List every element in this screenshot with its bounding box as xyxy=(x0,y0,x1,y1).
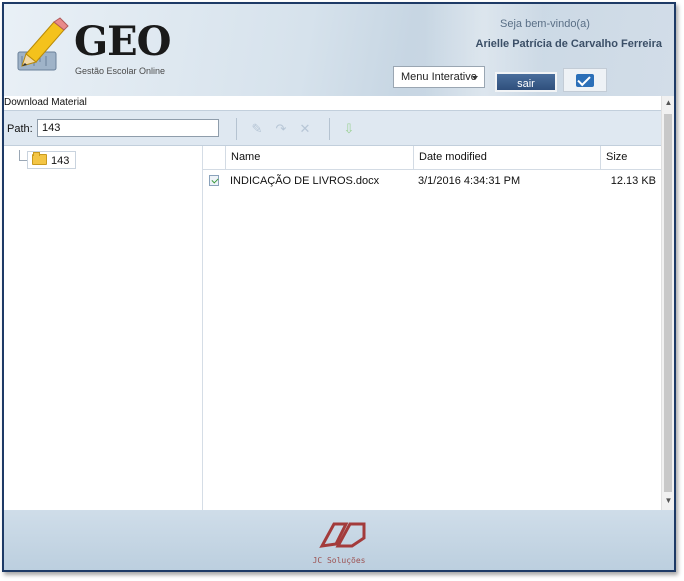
edit-icon[interactable]: ✎ xyxy=(248,120,266,138)
mail-icon xyxy=(576,74,594,87)
folder-tree: 143 xyxy=(4,146,203,510)
column-header-size[interactable]: Size xyxy=(600,146,661,169)
path-label: Path: xyxy=(7,123,33,135)
scroll-down-icon[interactable]: ▼ xyxy=(664,496,673,505)
redo-icon[interactable]: ↷ xyxy=(272,120,290,138)
scroll-up-icon[interactable]: ▲ xyxy=(664,98,673,107)
grid-header: Name Date modified Size xyxy=(203,146,661,170)
panel-title: Download Material xyxy=(4,97,87,108)
file-size: 12.13 KB xyxy=(610,175,656,187)
mail-button[interactable] xyxy=(563,68,607,92)
file-grid: Name Date modified Size INDICAÇÃO DE LIV… xyxy=(203,146,661,510)
file-name: INDICAÇÃO DE LIVROS.docx xyxy=(230,175,380,187)
logo-title: GEO xyxy=(74,18,171,65)
welcome-text: Seja bem-vindo(a) xyxy=(500,18,590,30)
logout-button[interactable]: sair xyxy=(495,72,557,92)
tree-node-label: 143 xyxy=(51,155,70,167)
download-icon[interactable]: ⇩ xyxy=(340,120,358,138)
column-header-name[interactable]: Name xyxy=(225,146,413,169)
tree-node-143[interactable]: 143 xyxy=(27,151,77,169)
menu-interativo-select[interactable]: Menu Interativo xyxy=(393,66,485,88)
delete-icon[interactable]: ✕ xyxy=(296,120,314,138)
pencil-logo-icon xyxy=(17,17,69,71)
vertical-scrollbar[interactable]: ▲ ▼ xyxy=(661,96,674,510)
menu-select-value: Menu Interativo xyxy=(401,71,477,83)
jc-solucoes-logo-icon xyxy=(319,522,366,548)
toolbar-separator xyxy=(329,118,330,140)
table-row[interactable]: INDICAÇÃO DE LIVROS.docx 3/1/2016 4:34:3… xyxy=(203,170,661,192)
file-toolbar: Path: ✎ ↷ ✕ ⇩ xyxy=(4,110,661,146)
footer: JC Soluções xyxy=(4,510,674,570)
panel-titlebar: Download Material xyxy=(4,96,674,110)
folder-icon xyxy=(32,152,47,165)
user-name: Arielle Patrícia de Carvalho Ferreira xyxy=(475,38,662,50)
chevron-down-icon xyxy=(472,76,478,80)
file-date-modified: 3/1/2016 4:34:31 PM xyxy=(418,175,521,187)
app-window: GEO Gestão Escolar Online Seja bem-vindo… xyxy=(2,2,676,572)
path-input[interactable] xyxy=(37,119,219,137)
header-banner: GEO Gestão Escolar Online Seja bem-vindo… xyxy=(4,4,674,96)
column-header-icon xyxy=(203,146,225,169)
footer-brand-text: JC Soluções xyxy=(312,556,366,565)
document-icon xyxy=(209,175,219,186)
column-header-date-modified[interactable]: Date modified xyxy=(413,146,600,169)
scrollbar-thumb[interactable] xyxy=(664,114,672,492)
toolbar-separator xyxy=(236,118,237,140)
logo-subtitle: Gestão Escolar Online xyxy=(75,66,166,76)
